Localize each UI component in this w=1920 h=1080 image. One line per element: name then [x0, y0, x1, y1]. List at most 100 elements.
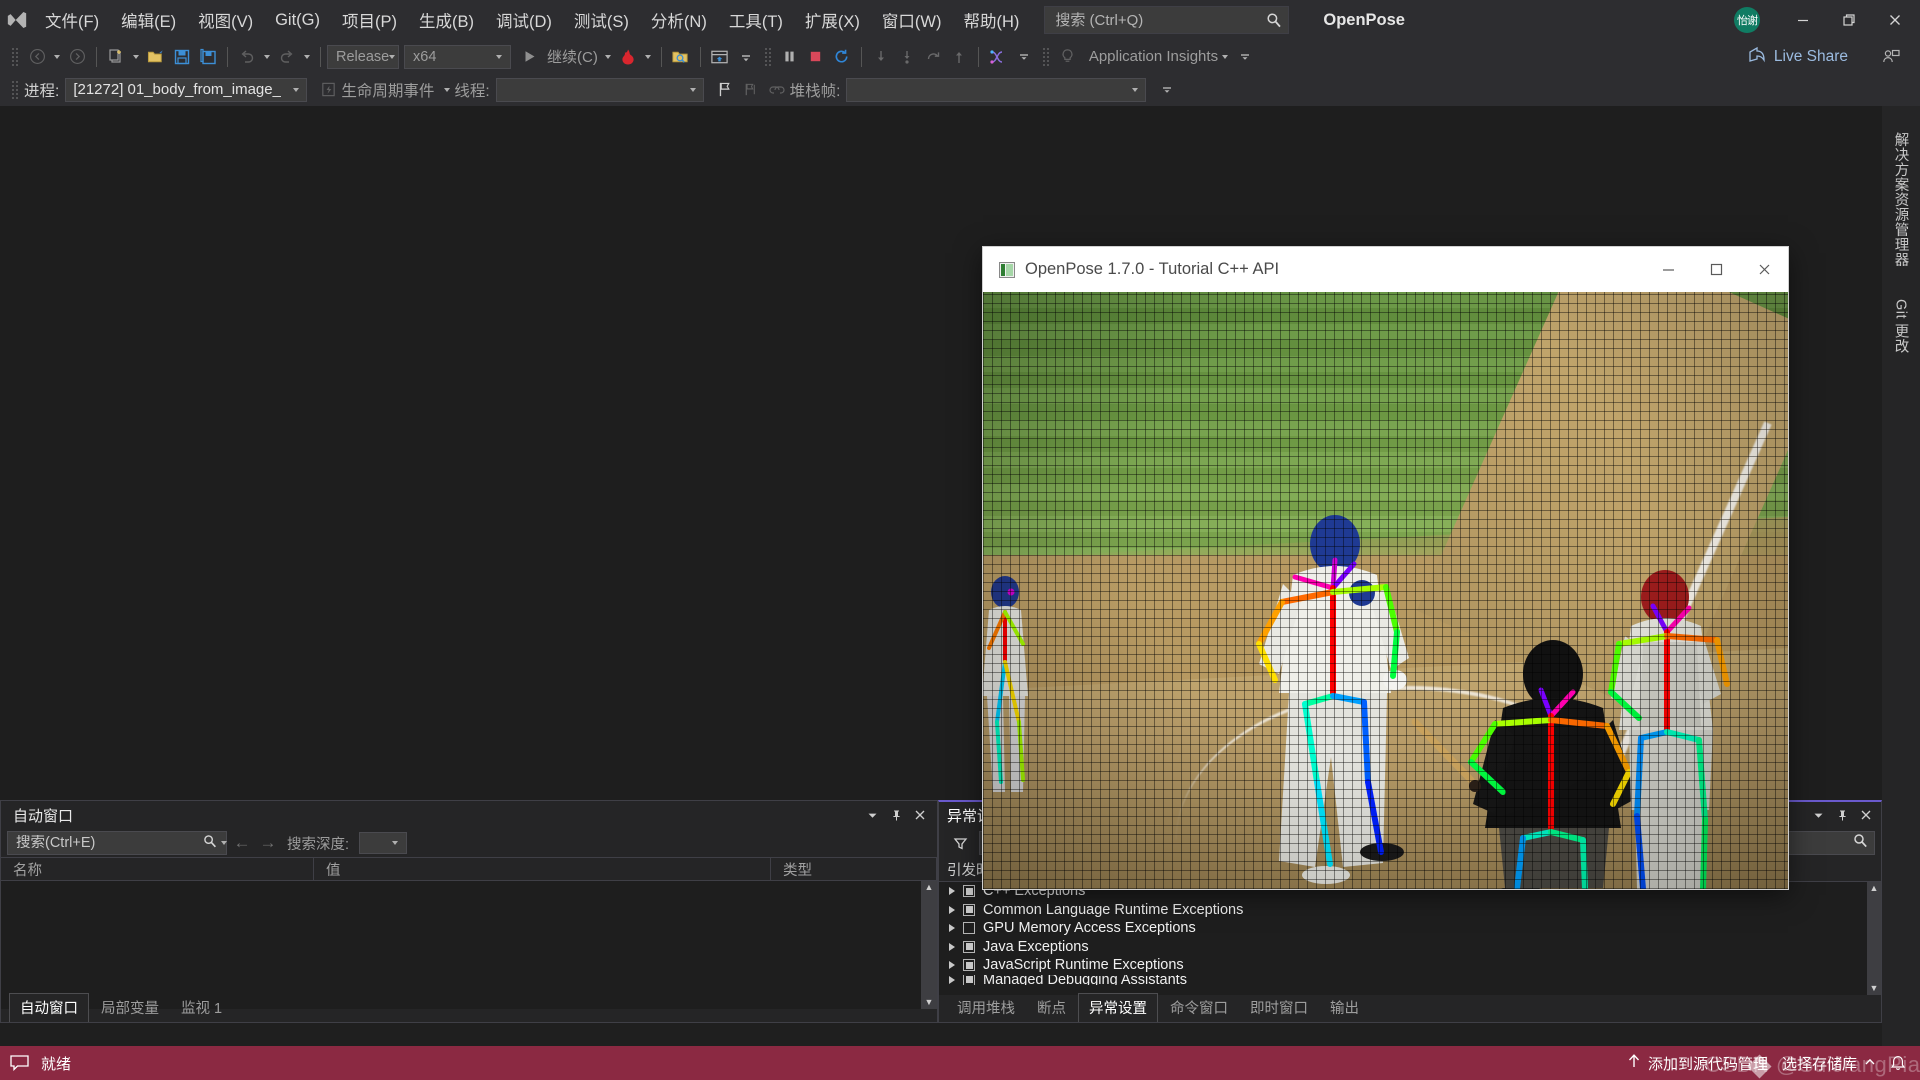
- menu-item-project[interactable]: 项目(P): [331, 0, 408, 40]
- tab-autos[interactable]: 自动窗口: [9, 993, 89, 1022]
- toolbar-grip[interactable]: [11, 79, 19, 100]
- menu-item-git[interactable]: Git(G): [264, 0, 331, 40]
- redo-icon[interactable]: [274, 43, 300, 71]
- new-item-icon[interactable]: [103, 43, 129, 71]
- hot-reload-caret-icon[interactable]: [644, 54, 651, 59]
- checkbox[interactable]: [963, 940, 975, 953]
- close-icon[interactable]: [1740, 247, 1788, 292]
- threads-icon[interactable]: [985, 43, 1011, 71]
- list-item[interactable]: JavaScript Runtime Exceptions: [939, 956, 1881, 975]
- autos-vertical-scrollbar[interactable]: ▲ ▼: [921, 881, 937, 1009]
- checkbox[interactable]: [963, 922, 975, 935]
- expand-triangle-icon[interactable]: [949, 924, 955, 933]
- menu-item-tools[interactable]: 工具(T): [718, 0, 794, 40]
- bell-icon[interactable]: [1890, 1055, 1906, 1072]
- menu-item-build[interactable]: 生成(B): [408, 0, 485, 40]
- toolbar-overflow-icon[interactable]: [1232, 43, 1258, 71]
- close-icon[interactable]: [909, 804, 931, 826]
- redo-caret-icon[interactable]: [304, 54, 310, 59]
- toolbar-grip[interactable]: [763, 46, 772, 67]
- tab-immediate-window[interactable]: 即时窗口: [1240, 994, 1318, 1022]
- arrow-back-icon[interactable]: [24, 43, 50, 71]
- expand-triangle-icon[interactable]: [949, 905, 955, 914]
- toolbar-overflow-icon[interactable]: [733, 43, 759, 71]
- lifecycle-events-icon[interactable]: [315, 76, 341, 104]
- exception-list[interactable]: C++ Exceptions Common Language Runtime E…: [939, 882, 1881, 995]
- step-over-icon[interactable]: [894, 43, 920, 71]
- tab-exception-settings[interactable]: 异常设置: [1078, 993, 1158, 1022]
- expand-triangle-icon[interactable]: [949, 961, 955, 970]
- flag-icon[interactable]: [712, 76, 738, 104]
- play-triangle-icon[interactable]: [516, 43, 542, 71]
- continue-caret-icon[interactable]: [604, 54, 611, 59]
- flags-icon[interactable]: [738, 76, 764, 104]
- list-item[interactable]: Common Language Runtime Exceptions: [939, 901, 1881, 920]
- new-item-caret-icon[interactable]: [133, 54, 139, 59]
- open-folder-icon[interactable]: [143, 43, 169, 71]
- restore-icon[interactable]: [1826, 0, 1872, 40]
- arrow-forward-icon[interactable]: [64, 43, 90, 71]
- autos-search-input[interactable]: [16, 835, 203, 851]
- list-item[interactable]: Managed Debugging Assistants: [939, 974, 1881, 985]
- chevron-down-icon[interactable]: [1807, 804, 1829, 826]
- pin-icon[interactable]: [1831, 804, 1853, 826]
- avatar[interactable]: 怡谢: [1734, 7, 1760, 33]
- tab-breakpoints[interactable]: 断点: [1027, 994, 1076, 1022]
- sidebar-item-solution-explorer[interactable]: 解决方案资源管理器: [1882, 122, 1920, 277]
- feedback-icon[interactable]: [10, 1055, 29, 1071]
- tab-watch-1[interactable]: 监视 1: [171, 994, 232, 1022]
- step-up-icon[interactable]: [946, 43, 972, 71]
- list-item[interactable]: Java Exceptions: [939, 938, 1881, 957]
- configuration-combo[interactable]: Release: [327, 44, 399, 69]
- pin-icon[interactable]: [885, 804, 907, 826]
- step-into-icon[interactable]: [868, 43, 894, 71]
- process-combo[interactable]: [21272] 01_body_from_image_: [65, 77, 308, 102]
- checkbox[interactable]: [963, 885, 975, 898]
- menu-item-edit[interactable]: 编辑(E): [110, 0, 187, 40]
- step-out-icon[interactable]: [920, 43, 946, 71]
- attach-to-process-icon[interactable]: [668, 43, 694, 71]
- chevron-down-icon[interactable]: [861, 804, 883, 826]
- menu-item-debug[interactable]: 调试(D): [485, 0, 563, 40]
- add-to-source-control-button[interactable]: 添加到源代码管理: [1627, 1053, 1768, 1074]
- toolbar-grip[interactable]: [11, 46, 19, 67]
- expand-triangle-icon[interactable]: [949, 975, 955, 984]
- save-icon[interactable]: [169, 43, 195, 71]
- back-dropdown-caret-icon[interactable]: [54, 54, 60, 59]
- toolbar-grip[interactable]: [1041, 46, 1050, 67]
- maximize-icon[interactable]: [1692, 247, 1740, 292]
- column-header-value[interactable]: 值: [314, 857, 771, 881]
- checkbox[interactable]: [963, 974, 975, 985]
- toolbar-overflow-icon[interactable]: [1154, 76, 1180, 104]
- tab-output[interactable]: 输出: [1320, 994, 1369, 1022]
- menu-item-view[interactable]: 视图(V): [187, 0, 264, 40]
- expand-triangle-icon[interactable]: [949, 942, 955, 951]
- menu-item-extensions[interactable]: 扩展(X): [794, 0, 871, 40]
- column-header-name[interactable]: 名称: [1, 857, 314, 881]
- application-insights-label[interactable]: Application Insights: [1089, 48, 1218, 65]
- menu-item-help[interactable]: 帮助(H): [952, 0, 1030, 40]
- close-icon[interactable]: [1872, 0, 1918, 40]
- live-share-button[interactable]: Live Share: [1748, 46, 1848, 68]
- scroll-up-icon[interactable]: ▲: [1870, 884, 1879, 893]
- tab-locals[interactable]: 局部变量: [91, 994, 169, 1022]
- minimize-icon[interactable]: [1780, 0, 1826, 40]
- close-icon[interactable]: [1855, 804, 1877, 826]
- undo-caret-icon[interactable]: [264, 54, 270, 59]
- menu-item-file[interactable]: 文件(F): [34, 0, 110, 40]
- lifecycle-caret-icon[interactable]: [444, 87, 451, 92]
- checkbox[interactable]: [963, 903, 975, 916]
- debug-window-icon[interactable]: [707, 43, 733, 71]
- tab-command-window[interactable]: 命令窗口: [1160, 994, 1238, 1022]
- search-options-caret-icon[interactable]: [221, 841, 227, 845]
- list-item[interactable]: GPU Memory Access Exceptions: [939, 919, 1881, 938]
- autos-search-box[interactable]: [7, 831, 227, 855]
- thread-combo[interactable]: [495, 77, 704, 102]
- lightbulb-icon[interactable]: [1055, 43, 1081, 71]
- arrow-left-icon[interactable]: ←: [231, 832, 253, 854]
- openpose-window[interactable]: OpenPose 1.7.0 - Tutorial C++ API: [983, 247, 1788, 889]
- hot-reload-flame-icon[interactable]: [615, 43, 641, 71]
- global-search-box[interactable]: [1044, 6, 1290, 34]
- stackframe-combo[interactable]: [846, 77, 1147, 102]
- pause-icon[interactable]: [777, 43, 803, 71]
